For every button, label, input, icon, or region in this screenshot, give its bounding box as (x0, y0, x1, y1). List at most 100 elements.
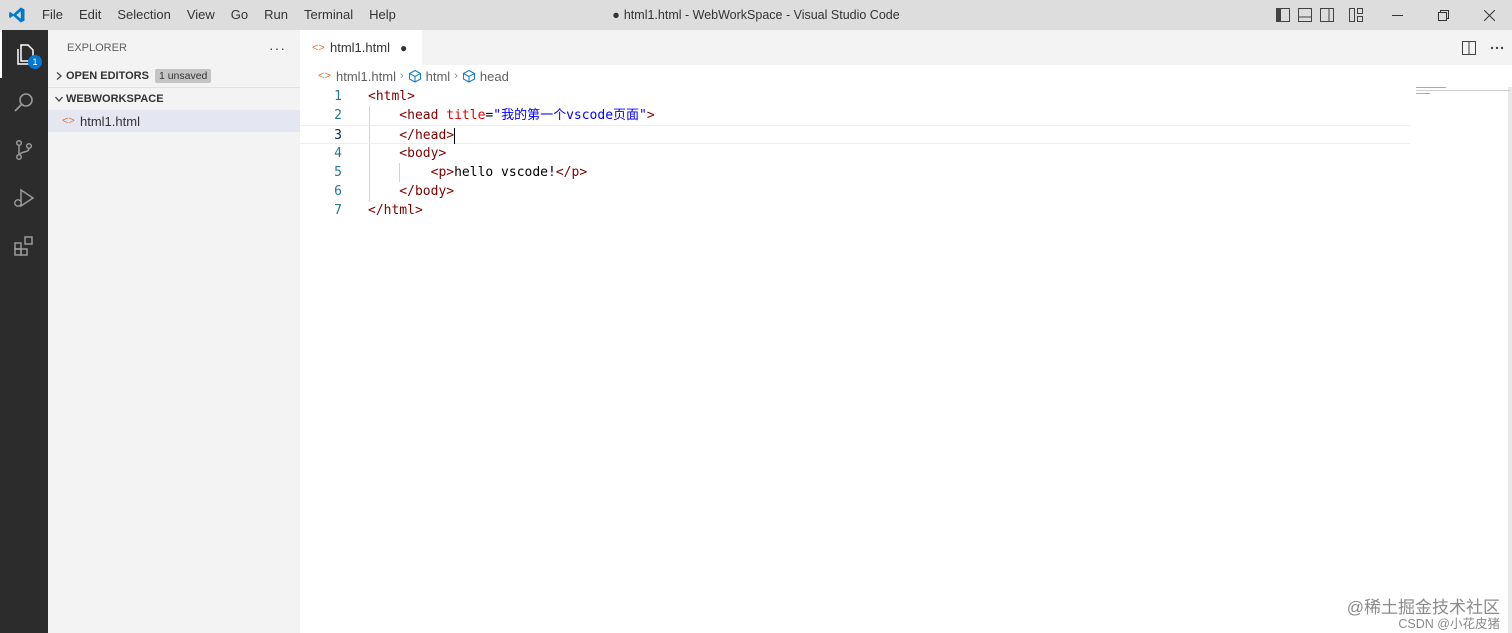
run-debug-icon[interactable] (0, 174, 48, 222)
line-number: 7 (334, 203, 342, 218)
menu-bar: File Edit Selection View Go Run Terminal Help (34, 0, 404, 30)
token-str: "我的第一个vscode页面" (493, 108, 647, 123)
token-tag: <html> (368, 89, 415, 104)
breadcrumb-chevron-icon: › (454, 70, 458, 82)
breadcrumb-html[interactable]: html (408, 68, 451, 84)
dirty-indicator: ● (612, 8, 620, 22)
source-control-icon[interactable] (0, 126, 48, 174)
watermark-line2: CSDN @小花皮猪 (1398, 617, 1500, 631)
line-number: 4 (334, 146, 342, 161)
editor-tabs: <> html1.html ● (300, 30, 1512, 65)
close-icon[interactable] (1466, 0, 1512, 30)
title-bar: File Edit Selection View Go Run Terminal Help ●… (0, 0, 1512, 30)
line-number: 6 (334, 184, 342, 199)
customize-layout-icon[interactable] (1338, 0, 1374, 30)
line-source: </html> (368, 201, 423, 220)
token-tag: </html> (368, 203, 423, 218)
more-editor-actions-icon[interactable] (1482, 30, 1512, 65)
menu-view[interactable]: View (179, 0, 223, 30)
symbol-element-icon (408, 69, 421, 83)
explorer-badge: 1 (28, 55, 42, 69)
explorer-icon[interactable]: 1 (0, 30, 48, 78)
minimap-line (1416, 87, 1446, 88)
line-source: </body> (368, 182, 454, 201)
breadcrumb: <> html1.html › html › head (300, 65, 1512, 87)
unsaved-badge: 1 unsaved (154, 69, 212, 83)
breadcrumb-file[interactable]: <> html1.html (318, 69, 396, 84)
open-editors-label: OPEN EDITORS (66, 70, 149, 82)
token-tag: <p> (368, 165, 455, 180)
minimap-line (1416, 93, 1430, 94)
code-editor[interactable]: 1 <html> 2 <head title="我的第一个vscode页面"> 3 <… (300, 87, 1410, 220)
tab-label: html1.html (330, 40, 390, 55)
token-tag: > (646, 108, 655, 123)
token-tag: <head (368, 108, 447, 123)
line-source: <html> (368, 87, 415, 106)
html-file-icon: <> (312, 41, 325, 54)
menu-go[interactable]: Go (223, 0, 256, 30)
breadcrumb-html-label: html (425, 68, 451, 84)
line-number: 3 (334, 128, 342, 143)
title-actions (1272, 0, 1512, 30)
line-source: <body> (368, 144, 446, 163)
restore-icon[interactable] (1420, 0, 1466, 30)
token-txt: hello vscode! (454, 165, 556, 180)
editor-area: <> html1.html ● <> html1.html › html › h… (300, 30, 1512, 633)
editor-actions (1456, 30, 1512, 65)
token-tag: </body> (368, 184, 455, 199)
line-source: <p>hello vscode!</p> (368, 163, 588, 182)
menu-edit[interactable]: Edit (71, 0, 109, 30)
minimize-icon[interactable] (1374, 0, 1420, 30)
html-file-icon: <> (318, 70, 331, 82)
menu-help[interactable]: Help (361, 0, 404, 30)
code-line: 3 </head> (300, 125, 1410, 144)
breadcrumb-head[interactable]: head (462, 69, 509, 84)
more-actions-icon[interactable]: ··· (269, 40, 286, 56)
menu-file[interactable]: File (34, 0, 71, 30)
toggle-primary-sidebar-icon[interactable] (1272, 0, 1294, 30)
scrollbar-track[interactable] (1508, 87, 1512, 633)
toggle-secondary-sidebar-icon[interactable] (1316, 0, 1338, 30)
code-line: 2 <head title="我的第一个vscode页面"> (300, 106, 1410, 125)
split-editor-icon[interactable] (1456, 30, 1482, 65)
line-number: 2 (334, 108, 342, 123)
chevron-down-icon (52, 95, 66, 103)
token-tag: <body> (368, 146, 447, 161)
code-line: 5 <p>hello vscode!</p> (300, 163, 1410, 182)
menu-selection[interactable]: Selection (109, 0, 178, 30)
code-line: 1 <html> (300, 87, 1410, 106)
open-editors-section[interactable]: OPEN EDITORS 1 unsaved (48, 65, 300, 87)
search-icon[interactable] (0, 78, 48, 126)
code-line: 4 <body> (300, 144, 1410, 163)
breadcrumb-head-label: head (479, 68, 509, 84)
text-cursor (454, 127, 456, 144)
line-source: </head> (368, 126, 456, 145)
toggle-panel-icon[interactable] (1294, 0, 1316, 30)
file-item-html1[interactable]: <> html1.html (48, 110, 300, 132)
token-tag: </p> (555, 165, 588, 180)
menu-terminal[interactable]: Terminal (296, 0, 361, 30)
workspace-section[interactable]: WEBWORKSPACE (48, 88, 300, 110)
explorer-title: EXPLORER (67, 41, 127, 54)
activity-bar: 1 (0, 30, 48, 633)
breadcrumb-file-label: html1.html (336, 68, 396, 84)
breadcrumb-chevron-icon: › (399, 70, 404, 82)
tab-dirty-indicator[interactable]: ● (400, 41, 407, 55)
line-source: <head title="我的第一个vscode页面"> (368, 106, 655, 125)
token-attr: title (446, 108, 486, 123)
vscode-logo-icon (0, 0, 34, 30)
explorer-sidebar: EXPLORER ··· OPEN EDITORS 1 unsaved WEBW… (48, 30, 300, 633)
file-item-label: html1.html (80, 113, 140, 129)
chevron-right-icon (52, 72, 66, 80)
menu-run[interactable]: Run (256, 0, 296, 30)
extensions-icon[interactable] (0, 222, 48, 270)
line-number: 5 (334, 165, 342, 180)
line-number: 1 (334, 89, 342, 104)
workspace-label: WEBWORKSPACE (66, 93, 164, 105)
tab-html1[interactable]: <> html1.html ● (300, 30, 422, 65)
code-line: 7 </html> (300, 201, 1410, 220)
minimap-line (1416, 90, 1510, 91)
code-line: 6 </body> (300, 182, 1410, 201)
html-file-icon: <> (62, 115, 75, 127)
window-title-text: html1.html - WebWorkSpace - Visual Studi… (623, 8, 900, 22)
